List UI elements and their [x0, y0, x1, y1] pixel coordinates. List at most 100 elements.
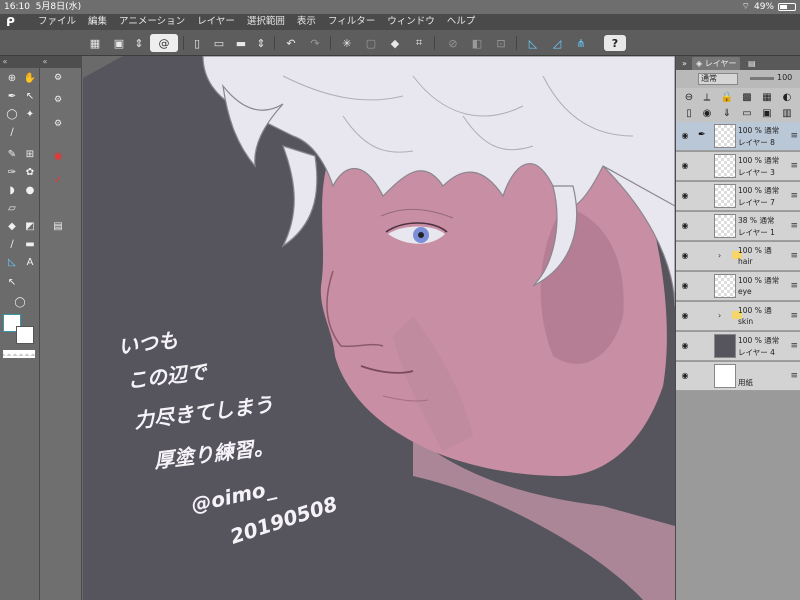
fill-icon[interactable]: ◆ [386, 34, 404, 52]
new-layer-icon[interactable]: ▯ [682, 106, 696, 120]
blend-mode-select[interactable]: 通常 [698, 73, 738, 85]
layer-menu-icon[interactable]: ≡ [790, 131, 798, 141]
eye-icon[interactable]: ◉ [679, 311, 691, 321]
eye-icon[interactable]: ◉ [679, 161, 691, 171]
clip-icon[interactable]: ⊖ [682, 90, 696, 104]
transparent-color-swatch[interactable] [3, 350, 35, 358]
eye-icon[interactable]: ◉ [679, 251, 691, 261]
eye-icon[interactable]: ◉ [679, 191, 691, 201]
stepper-icon[interactable]: ⇕ [130, 34, 148, 52]
new-folder-icon[interactable]: ▭ [740, 106, 754, 120]
layer-menu-icon[interactable]: ≡ [790, 161, 798, 171]
check-icon[interactable]: ✓ [50, 172, 66, 188]
pencil-tool-icon[interactable]: ✎ [4, 146, 20, 162]
new-file-icon[interactable]: ▯ [188, 34, 206, 52]
reference-icon[interactable]: ⟂ [700, 90, 714, 104]
mask-icon[interactable]: ◐ [780, 90, 794, 104]
eye-icon[interactable]: ◉ [679, 281, 691, 291]
layer-menu-icon[interactable]: ≡ [790, 341, 798, 351]
balloon-tool-icon[interactable]: ◯ [4, 294, 36, 310]
layer-row[interactable]: ◉ › 100 % 通 skin ≡ [676, 302, 800, 331]
expand-icon[interactable]: › [718, 311, 721, 320]
lock-icon[interactable]: 🔒 [720, 90, 734, 104]
airbrush-tool-icon[interactable]: ✿ [22, 164, 38, 180]
layer-menu-icon[interactable]: ≡ [790, 371, 798, 381]
layer-menu-icon[interactable]: ≡ [790, 191, 798, 201]
magic-wand-tool-icon[interactable]: ✦ [22, 106, 38, 122]
decoration-tool-icon[interactable]: ⊞ [22, 146, 38, 162]
ruler-link-icon[interactable]: ▦ [760, 90, 774, 104]
collapse-icon[interactable]: » [678, 57, 691, 70]
expand-icon[interactable]: › [718, 251, 721, 260]
operation-tool-icon[interactable]: ↖ [4, 274, 20, 290]
layer-menu-icon[interactable]: ≡ [790, 311, 798, 321]
hand-tool-icon[interactable]: ✋ [22, 70, 38, 86]
layer-row[interactable]: ◉ › 100 % 通 hair ≡ [676, 242, 800, 271]
drawing-canvas[interactable]: いつも この辺で 力尽きてしまう 厚塗り練習。 @oimo_ 20190508 [83, 56, 675, 600]
layer-menu-icon[interactable]: ≡ [790, 251, 798, 261]
clear-icon[interactable]: ✳ [338, 34, 356, 52]
zoom-tool-icon[interactable]: ⊕ [4, 70, 20, 86]
help-button[interactable]: ? [604, 35, 626, 51]
layer-row[interactable]: ◉ 100 % 通常 レイヤー 4 ≡ [676, 332, 800, 361]
text-tool-icon[interactable]: A [22, 254, 38, 270]
special-ruler-icon[interactable]: ◿ [548, 34, 566, 52]
gradient-tool-icon[interactable]: ◩ [22, 218, 38, 234]
layer-menu-icon[interactable]: ≡ [790, 281, 798, 291]
canvas-icon[interactable]: ▣ [110, 34, 128, 52]
grid-snap-icon[interactable]: ⋔ [572, 34, 590, 52]
auto-action-icon[interactable]: ⚙ [50, 116, 66, 132]
menu-item[interactable]: 選択範囲 [247, 14, 285, 30]
open-folder-icon[interactable]: ▭ [210, 34, 228, 52]
color-wheel-icon[interactable]: ◉ [50, 148, 66, 164]
menu-item[interactable]: ヘルプ [447, 14, 476, 30]
drop-tool-icon[interactable]: ● [22, 182, 38, 198]
menu-item[interactable]: ウィンドウ [387, 14, 435, 30]
menu-item[interactable]: レイヤー [197, 14, 235, 30]
transform-icon[interactable]: ▢ [362, 34, 380, 52]
layer-menu-icon[interactable]: ≡ [790, 221, 798, 231]
apply-mask-icon[interactable]: ▣ [760, 106, 774, 120]
menu-item[interactable]: フィルター [328, 14, 375, 30]
undo-icon[interactable]: ↶ [282, 34, 300, 52]
new-vector-icon[interactable]: ◉ [700, 106, 714, 120]
layer-row[interactable]: ◉ ✒ 100 % 通常 レイヤー 8 ≡ [676, 122, 800, 151]
grid-icon[interactable]: ▦ [86, 34, 104, 52]
eye-icon[interactable]: ◉ [679, 371, 691, 381]
ruler-tool-icon[interactable]: ◺ [4, 254, 20, 270]
redo-icon[interactable]: ↷ [306, 34, 324, 52]
ruler-snap-icon[interactable]: ◺ [524, 34, 542, 52]
tab-layer[interactable]: ◈ レイヤー [692, 57, 741, 70]
eye-icon[interactable]: ◉ [679, 221, 691, 231]
clip-studio-logo-icon[interactable]: ᑭ [6, 15, 20, 29]
lasso-tool-icon[interactable]: ◯ [4, 106, 20, 122]
eraser-tool-icon[interactable]: ▱ [4, 200, 20, 216]
layer-row[interactable]: ◉ 38 % 通常 レイヤー 1 ≡ [676, 212, 800, 241]
layer-row[interactable]: ◉ 用紙 ≡ [676, 362, 800, 391]
delete-layer-icon[interactable]: ▥ [780, 106, 794, 120]
brush-tool-icon[interactable]: ✑ [4, 164, 20, 180]
menu-item[interactable]: アニメーション [119, 14, 185, 30]
frame-tool-icon[interactable]: ▬ [22, 236, 38, 252]
invert-icon[interactable]: ◧ [468, 34, 486, 52]
save-icon[interactable]: ▬ [232, 34, 250, 52]
layer-row[interactable]: ◉ 100 % 通常 eye ≡ [676, 272, 800, 301]
menu-item[interactable]: 表示 [297, 14, 316, 30]
select-none-icon[interactable]: ⊘ [444, 34, 462, 52]
move-tool-icon[interactable]: ↖ [22, 88, 38, 104]
auto-action-icon[interactable]: ⚙ [50, 70, 66, 86]
spiral-icon[interactable]: @ [150, 34, 178, 52]
fill-tool-icon[interactable]: ◆ [4, 218, 20, 234]
save-stepper-icon[interactable]: ⇕ [252, 34, 270, 52]
merge-down-icon[interactable]: ⇓ [720, 106, 734, 120]
menu-item[interactable]: ファイル [38, 14, 76, 30]
lock-transparency-icon[interactable]: ▩ [740, 90, 754, 104]
opacity-value[interactable]: 100 [777, 73, 792, 82]
blend-tool-icon[interactable]: ◗ [4, 182, 20, 198]
paste-icon[interactable]: ▤ [50, 218, 66, 234]
select-border-icon[interactable]: ⊡ [492, 34, 510, 52]
pen-tool-icon[interactable]: ∕ [4, 124, 20, 140]
layer-row[interactable]: ◉ 100 % 通常 レイヤー 3 ≡ [676, 152, 800, 181]
tab-other[interactable]: ▤ [744, 57, 760, 70]
menu-item[interactable]: 編集 [88, 14, 107, 30]
